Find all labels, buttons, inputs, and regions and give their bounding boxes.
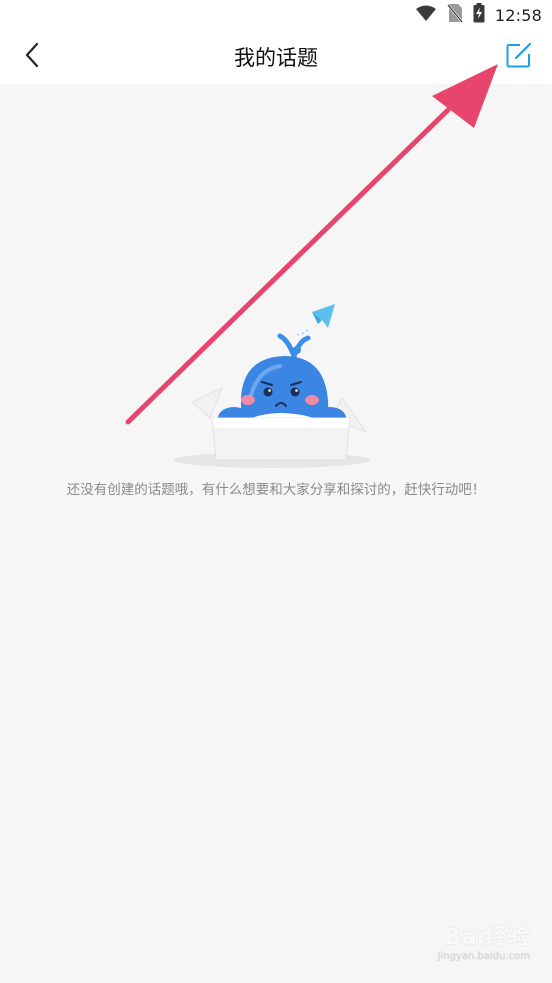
topics-screen: 12:58 我的话题 还没有创建的话题哦，有什么想要和大家分享和探讨的，赶快行动… bbox=[0, 0, 552, 983]
watermark-logo: Bai经验 jingyan.baidu.com bbox=[437, 925, 530, 962]
empty-state-message: 还没有创建的话题哦，有什么想要和大家分享和探讨的，赶快行动吧！ bbox=[66, 482, 486, 498]
status-bar: 12:58 bbox=[0, 0, 552, 30]
nav-bar: 我的话题 bbox=[0, 30, 552, 84]
no-sim-icon bbox=[446, 3, 463, 27]
status-time: 12:58 bbox=[494, 5, 542, 25]
status-icons: 12:58 bbox=[415, 3, 542, 27]
empty-content-area: 还没有创建的话题哦，有什么想要和大家分享和探讨的，赶快行动吧！ bbox=[0, 84, 552, 983]
battery-charging-icon bbox=[473, 3, 485, 27]
edit-compose-icon bbox=[505, 41, 533, 73]
whale-in-box-illustration bbox=[160, 300, 380, 470]
page-title: 我的话题 bbox=[234, 46, 318, 70]
wifi-icon bbox=[415, 4, 437, 26]
edit-topic-button[interactable] bbox=[502, 40, 536, 74]
